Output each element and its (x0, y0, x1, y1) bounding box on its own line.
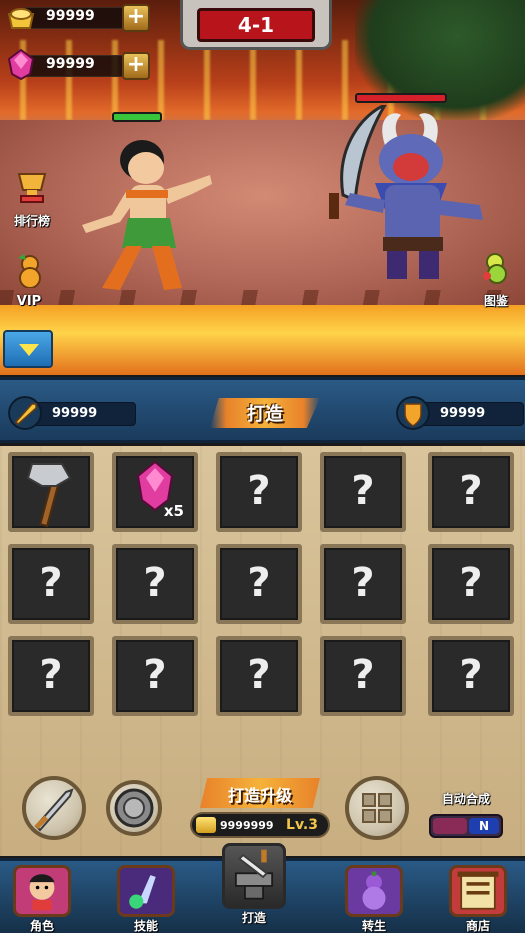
gem-value: 99999 (46, 56, 95, 72)
gold-ingot-icon (7, 8, 35, 29)
anvil-icon (222, 843, 286, 909)
sword-icon (34, 788, 74, 832)
question-mark-icon: ? (247, 468, 271, 514)
character-portrait-icon (13, 865, 71, 917)
vip-button[interactable]: VIP (4, 252, 54, 309)
ranking-button[interactable]: 排行榜 (4, 170, 60, 229)
upgrade-level: Lv.3 (286, 817, 318, 833)
forge-slot-locked[interactable]: ? (216, 452, 302, 532)
forge-slot-locked[interactable]: ? (112, 636, 198, 716)
toggle-state: N (469, 818, 499, 834)
shield-icon (396, 396, 430, 430)
question-mark-icon: ? (351, 468, 375, 514)
chevron-down-icon (19, 344, 39, 356)
question-mark-icon: ? (351, 560, 375, 606)
axe-icon (26, 463, 72, 528)
gourd-icon (345, 865, 403, 917)
tab-character[interactable]: 角色 (6, 865, 78, 933)
forge-slot-axe[interactable] (8, 452, 94, 532)
item-count: x5 (163, 502, 184, 520)
forge-slot-locked[interactable]: ? (216, 544, 302, 624)
forge-slot-locked[interactable]: ? (216, 636, 302, 716)
forge-slot-gem[interactable]: x5 (112, 452, 198, 532)
stage-label: 4-1 (197, 8, 315, 42)
defense-value: 99999 (440, 406, 486, 421)
weapon-button[interactable] (22, 776, 86, 840)
question-mark-icon: ? (459, 468, 483, 514)
tab-label: 角色 (29, 919, 54, 933)
gem-counter: 99999 + (2, 48, 152, 80)
attack-value: 99999 (52, 406, 98, 421)
question-mark-icon: ? (247, 560, 271, 606)
sort-button[interactable] (345, 776, 409, 840)
stats-band: 99999 打造 99999 (0, 377, 525, 443)
boss-health-bar (355, 93, 447, 103)
skill-icon (117, 865, 175, 917)
pink-gem-icon (7, 48, 35, 80)
forge-slot-locked[interactable]: ? (320, 636, 406, 716)
hero-health-bar (112, 112, 162, 122)
ranking-label: 排行榜 (13, 214, 50, 228)
vip-gourd-icon (18, 254, 41, 289)
upgrade-cost: 9999999 (220, 819, 274, 832)
tab-skill[interactable]: 技能 (110, 865, 182, 933)
armor-button[interactable] (106, 780, 162, 836)
collection-button[interactable]: 图鉴 (470, 250, 522, 309)
tab-label: 技能 (133, 919, 158, 933)
grid-icon (362, 793, 392, 823)
forge-slot-locked[interactable]: ? (112, 544, 198, 624)
question-mark-icon: ? (351, 652, 375, 698)
battle-scene: 99999 + 99999 + 4-1 排行榜 VIP 图鉴 (0, 0, 525, 375)
forge-title-text: 打造 (247, 404, 283, 425)
stage-indicator: 4-1 (180, 0, 332, 50)
forge-slot-locked[interactable]: ? (320, 452, 406, 532)
gold-counter: 99999 + (2, 2, 152, 32)
tab-shop[interactable]: 商店 (442, 865, 514, 933)
auto-merge-toggle[interactable]: 自动合成 N (425, 790, 507, 846)
vip-label: VIP (16, 294, 42, 309)
sword-icon (8, 396, 42, 430)
forge-slot-locked[interactable]: ? (8, 636, 94, 716)
question-mark-icon: ? (39, 652, 63, 698)
gold-value: 99999 (46, 8, 95, 24)
auto-merge-label: 自动合成 (441, 792, 490, 806)
tab-label: 打造 (241, 911, 266, 925)
tab-forge[interactable]: 打造 (218, 843, 290, 925)
question-mark-icon: ? (39, 560, 63, 606)
trophy-icon (17, 173, 47, 203)
round-shield-icon (114, 788, 154, 828)
forge-slot-locked[interactable]: ? (8, 544, 94, 624)
upgrade-label: 打造升级 (227, 786, 292, 805)
tab-rebirth[interactable]: 转生 (338, 865, 410, 933)
forge-slot-locked[interactable]: ? (320, 544, 406, 624)
bottom-tab-bar: 角色 技能 打造 转生 商店 (0, 843, 525, 933)
question-mark-icon: ? (459, 652, 483, 698)
forge-slot-locked[interactable]: ? (428, 544, 514, 624)
forge-slot-locked[interactable]: ? (428, 452, 514, 532)
collection-label: 图鉴 (483, 294, 508, 308)
forge-slot-locked[interactable]: ? (428, 636, 514, 716)
tab-label: 商店 (465, 919, 490, 933)
lava-pool (0, 305, 525, 375)
tab-label: 转生 (361, 919, 386, 933)
expand-menu-button[interactable] (3, 330, 53, 368)
forge-title: 打造 (200, 394, 330, 432)
hero-character (82, 140, 212, 290)
gold-ingot-icon (196, 817, 216, 833)
question-mark-icon: ? (459, 560, 483, 606)
question-mark-icon: ? (143, 652, 167, 698)
gourd-icon (483, 253, 507, 284)
add-gold-button[interactable]: + (122, 4, 150, 32)
add-gem-button[interactable]: + (122, 52, 150, 80)
question-mark-icon: ? (143, 560, 167, 606)
shop-scroll-icon (449, 865, 507, 917)
question-mark-icon: ? (247, 652, 271, 698)
toggle-switch[interactable]: N (429, 814, 503, 838)
forge-upgrade[interactable]: 打造升级 9999999 Lv.3 (190, 778, 330, 840)
